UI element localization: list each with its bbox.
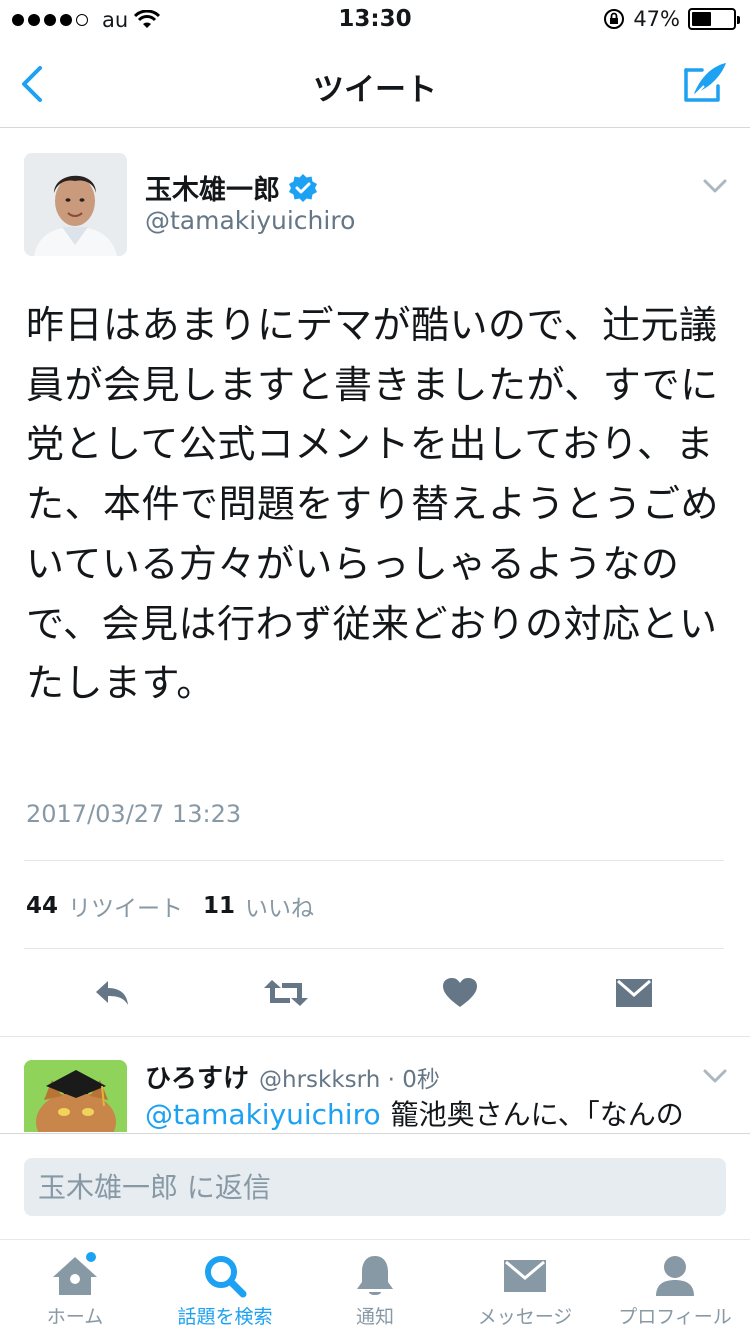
tab-bar: ホーム 話題を検索 通知 メッセージ プロフィール [0,1239,750,1334]
status-right-group: 47% [603,7,740,31]
engagement-stats: 44 リツイート 11 いいね [26,889,334,923]
divider [0,1036,750,1037]
tab-notifications-label: 通知 [355,1306,394,1328]
retweet-button[interactable] [258,965,314,1021]
bell-icon [350,1252,400,1300]
tab-home-label: ホーム [46,1306,104,1328]
compose-quill-icon[interactable] [682,60,728,106]
status-bar: au 13:30 47% [0,0,750,40]
envelope-icon [500,1252,550,1300]
reply-author-meta: @hrskksrh · 0秒 [259,1067,440,1093]
battery-icon [688,8,740,30]
direct-message-icon [616,979,652,1007]
battery-percent: 47% [633,7,680,31]
tab-profile-label: プロフィール [618,1306,732,1328]
reply-button[interactable] [84,965,140,1021]
reply-tweet-text: @tamakiyuichiro 籠池奥さんに、「なんの [145,1093,735,1133]
reply-composer [0,1133,750,1239]
tab-home[interactable]: ホーム [0,1240,150,1334]
person-icon [650,1252,700,1300]
chevron-down-icon[interactable] [702,1066,728,1086]
tab-search-label: 話題を検索 [177,1306,273,1328]
tab-search[interactable]: 話題を検索 [150,1240,300,1334]
tab-profile[interactable]: プロフィール [600,1240,750,1334]
tweet-timestamp: 2017/03/27 13:23 [26,800,242,828]
author-name-row: 玉木雄一郎 [145,168,318,207]
like-heart-icon [443,978,477,1007]
divider [24,860,724,861]
like-count[interactable]: 11 [203,893,235,919]
like-button[interactable] [432,965,488,1021]
tab-messages-label: メッセージ [477,1306,573,1328]
direct-message-button[interactable] [606,965,662,1021]
tweet-actions [0,965,750,1021]
reply-author-row: ひろすけ @hrskksrh · 0秒 [145,1058,440,1095]
page-title: ツイート [313,72,437,108]
author-name[interactable]: 玉木雄一郎 [145,168,280,207]
reply-mention-link[interactable]: @tamakiyuichiro [145,1098,381,1131]
author-handle[interactable]: @tamakiyuichiro [145,206,355,235]
like-label[interactable]: いいね [245,889,314,923]
verified-badge-icon [289,173,317,202]
tab-messages[interactable]: メッセージ [450,1240,600,1334]
avatar-photo [24,153,127,256]
reply-input[interactable] [24,1158,726,1216]
divider [24,948,724,949]
navigation-bar: ツイート [0,40,750,128]
retweet-icon [264,980,308,1006]
retweet-count[interactable]: 44 [26,893,58,919]
reply-author-avatar[interactable] [24,1060,127,1132]
tab-notifications[interactable]: 通知 [300,1240,450,1334]
notification-dot [84,1250,98,1264]
tweet-text: 昨日はあまりにデマが酷いので、辻元議員が会見しますと書きましたが、すでに党として… [26,303,720,706]
home-icon [50,1250,100,1300]
reply-author-name[interactable]: ひろすけ [145,1058,249,1095]
reply-icon [96,981,128,1005]
rotation-lock-icon [604,9,625,29]
retweet-label[interactable]: リツイート [68,889,183,923]
author-avatar[interactable] [24,153,127,256]
chevron-down-icon[interactable] [702,176,728,196]
search-icon [200,1252,250,1300]
avatar-cat-image [24,1060,127,1132]
reply-body: 籠池奥さんに、「なんの [390,1098,684,1131]
